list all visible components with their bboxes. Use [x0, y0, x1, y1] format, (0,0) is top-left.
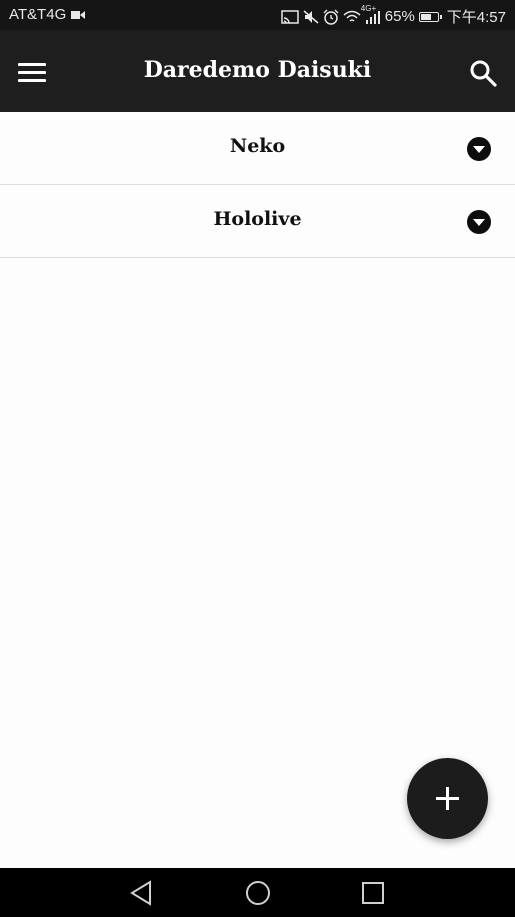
video-icon	[71, 10, 86, 20]
clock: 下午4:57	[446, 9, 506, 26]
list-item-label: Hololive	[213, 208, 302, 230]
signal-type-label: 4G+	[360, 3, 377, 13]
app-bar: Daredemo Daisuki	[0, 30, 515, 112]
back-icon[interactable]	[128, 880, 158, 906]
cast-icon	[281, 9, 299, 24]
status-right: 4G+ 65% 下午4:57	[281, 4, 506, 27]
dropdown-icon[interactable]	[467, 137, 491, 161]
carrier-label: AT&T4G	[9, 6, 67, 23]
alarm-icon	[323, 9, 339, 25]
status-bar: AT&T4G 4G+ 65% 下午4:57	[0, 0, 515, 30]
home-icon[interactable]	[243, 880, 273, 906]
mute-icon	[303, 9, 319, 24]
category-list: Neko Hololive	[0, 112, 515, 258]
list-item-hololive[interactable]: Hololive	[0, 185, 515, 258]
system-nav-bar	[0, 868, 515, 917]
status-left: AT&T4G	[9, 6, 86, 23]
signal-icon: 4G+	[361, 4, 381, 24]
battery-icon	[418, 11, 442, 22]
list-item-label: Neko	[229, 135, 286, 157]
add-button[interactable]	[407, 758, 488, 839]
list-item-neko[interactable]: Neko	[0, 112, 515, 185]
dropdown-icon[interactable]	[467, 210, 491, 234]
page-title: Daredemo Daisuki	[143, 57, 372, 83]
search-icon[interactable]	[468, 58, 498, 88]
battery-fill	[420, 13, 431, 20]
battery-percent: 65%	[384, 8, 415, 25]
wifi-icon	[343, 10, 361, 24]
recents-icon[interactable]	[358, 880, 388, 906]
